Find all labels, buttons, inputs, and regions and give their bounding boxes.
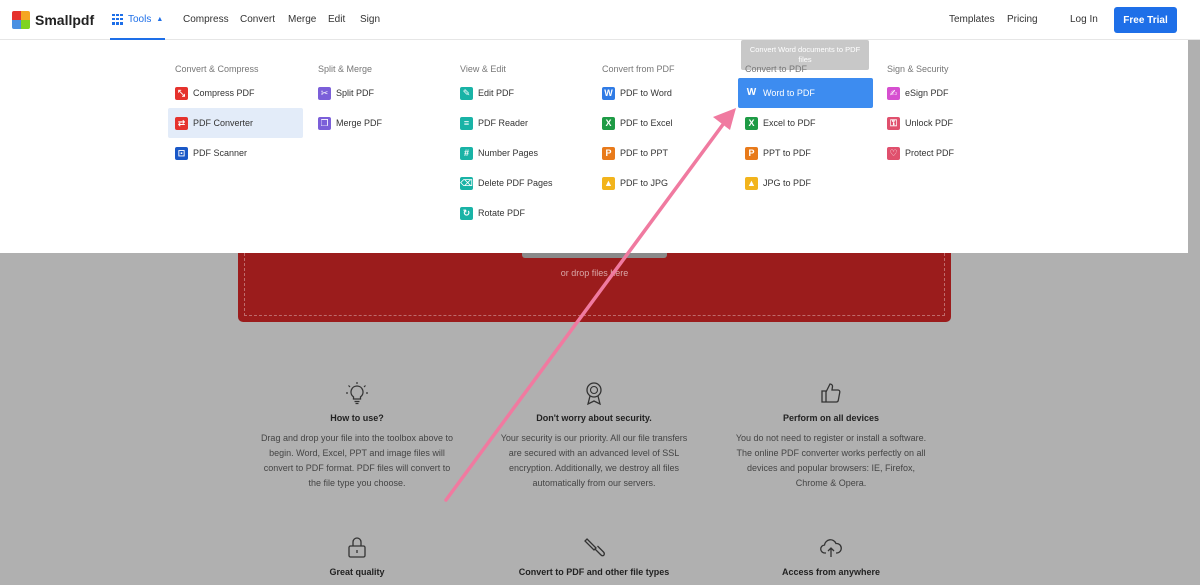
menu-item-compress-pdf[interactable]: ⤡ Compress PDF: [168, 78, 303, 108]
free-trial-button[interactable]: Free Trial: [1114, 7, 1177, 33]
feature-body: You do not need to register or install a…: [735, 433, 927, 488]
award-ribbon-icon: [586, 382, 602, 405]
compress-icon: ⤡: [175, 86, 188, 100]
feature-body: Drag and drop your file into the toolbox…: [260, 433, 454, 488]
feature-title: Great quality: [329, 567, 385, 577]
menu-item-number-pages[interactable]: # Number Pages: [453, 138, 588, 168]
feature-title: Don't worry about security.: [536, 413, 652, 423]
shield-icon: ♡: [887, 146, 900, 160]
convert-icon: ⇄: [175, 116, 188, 130]
tools-label: Tools: [128, 13, 152, 25]
top-nav-bar: Smallpdf Tools ▲ Compress Convert Merge …: [0, 0, 1200, 40]
reader-icon: ≡: [460, 116, 473, 130]
smallpdf-logo-icon: [12, 11, 30, 29]
ppt-icon: P: [602, 146, 615, 160]
grid-icon: [112, 13, 123, 25]
smallpdf-logo[interactable]: Smallpdf: [12, 11, 94, 29]
menu-item-word-to-pdf[interactable]: W Word to PDF: [738, 78, 873, 108]
login-link[interactable]: Log In: [1070, 14, 1098, 25]
column-heading-convert-to-pdf: Convert to PDF: [745, 64, 808, 74]
ppt-icon: P: [745, 146, 758, 160]
logo-text: Smallpdf: [35, 12, 95, 28]
caret-up-icon: ▲: [156, 15, 164, 23]
feature-body: Your security is our priority. All our f…: [500, 433, 688, 488]
feature-great-quality: Great quality: [257, 535, 457, 577]
scanner-icon: ⊡: [175, 146, 188, 160]
drop-files-text: or drop files here: [560, 268, 629, 278]
word-icon: W: [602, 86, 615, 100]
number-pages-icon: #: [460, 146, 473, 160]
column-heading-view-edit: View & Edit: [460, 64, 506, 74]
menu-item-pdf-to-excel[interactable]: X PDF to Excel: [595, 108, 730, 138]
column-heading-split-merge: Split & Merge: [318, 64, 373, 74]
menu-item-jpg-to-pdf[interactable]: ▲ JPG to PDF: [738, 168, 873, 198]
merge-icon: ❐: [318, 116, 331, 130]
menu-item-merge-pdf[interactable]: ❐ Merge PDF: [311, 108, 446, 138]
nav-sign[interactable]: Sign: [360, 14, 380, 25]
menu-item-split-pdf[interactable]: ✂ Split PDF: [311, 78, 446, 108]
menu-item-protect-pdf[interactable]: ♡ Protect PDF: [880, 138, 1000, 168]
choose-files-button[interactable]: [522, 253, 667, 258]
nav-edit[interactable]: Edit: [328, 14, 345, 25]
rotate-icon: ↻: [460, 206, 473, 220]
menu-item-ppt-to-pdf[interactable]: P PPT to PDF: [738, 138, 873, 168]
menu-item-esign-pdf[interactable]: ✍ eSign PDF: [880, 78, 1000, 108]
word-icon: W: [746, 87, 757, 98]
menu-item-rotate-pdf[interactable]: ↻ Rotate PDF: [453, 198, 588, 228]
feature-title: Access from anywhere: [781, 567, 881, 577]
menu-item-pdf-converter[interactable]: ⇄ PDF Converter: [168, 108, 303, 138]
menu-item-unlock-pdf[interactable]: ⚿ Unlock PDF: [880, 108, 1000, 138]
feature-title: How to use?: [330, 413, 384, 423]
menu-item-excel-to-pdf[interactable]: X Excel to PDF: [738, 108, 873, 138]
signature-icon: ✍: [887, 86, 900, 100]
tools-dropdown-panel: Convert Word documents to PDF files Conv…: [0, 40, 1188, 253]
column-heading-convert-from-pdf: Convert from PDF: [602, 64, 675, 74]
menu-item-pdf-scanner[interactable]: ⊡ PDF Scanner: [168, 138, 303, 168]
image-icon: ▲: [602, 176, 615, 190]
menu-item-pdf-to-jpg[interactable]: ▲ PDF to JPG: [595, 168, 730, 198]
feature-how-to-use: How to use? Drag and drop your file into…: [257, 381, 457, 491]
delete-pages-icon: ⌫: [460, 176, 473, 190]
image-icon: ▲: [745, 176, 758, 190]
nav-merge[interactable]: Merge: [288, 14, 316, 25]
menu-item-pdf-to-word[interactable]: W PDF to Word: [595, 78, 730, 108]
thumbs-up-icon: [821, 383, 841, 403]
feature-access-anywhere: Access from anywhere: [731, 535, 931, 577]
feature-convert-other-types: Convert to PDF and other file types: [494, 535, 694, 577]
excel-icon: X: [745, 116, 758, 130]
column-heading-convert-compress: Convert & Compress: [175, 64, 259, 74]
column-heading-sign-security: Sign & Security: [887, 64, 949, 74]
menu-item-pdf-reader[interactable]: ≡ PDF Reader: [453, 108, 588, 138]
nav-convert[interactable]: Convert: [240, 14, 275, 25]
edit-icon: ✎: [460, 86, 473, 100]
drop-zone-dashed-border: [244, 253, 945, 316]
file-drop-zone[interactable]: or drop files here: [238, 253, 951, 322]
menu-item-delete-pdf-pages[interactable]: ⌫ Delete PDF Pages: [453, 168, 588, 198]
excel-icon: X: [602, 116, 615, 130]
nav-pricing[interactable]: Pricing: [1007, 14, 1038, 25]
feature-title: Perform on all devices: [782, 413, 880, 423]
lightbulb-icon: [346, 382, 368, 405]
nav-templates[interactable]: Templates: [949, 14, 995, 25]
cloud-upload-icon: [820, 539, 842, 557]
tools-icon: [584, 538, 605, 557]
feature-security: Don't worry about security. Your securit…: [494, 381, 694, 491]
menu-item-pdf-to-ppt[interactable]: P PDF to PPT: [595, 138, 730, 168]
feature-all-devices: Perform on all devices You do not need t…: [731, 381, 931, 491]
tools-menu-button[interactable]: Tools ▲: [110, 0, 165, 40]
split-icon: ✂: [318, 86, 331, 100]
feature-title: Convert to PDF and other file types: [518, 567, 670, 577]
nav-compress[interactable]: Compress: [183, 14, 229, 25]
lock-icon: [348, 537, 366, 558]
unlock-icon: ⚿: [887, 116, 900, 130]
menu-item-edit-pdf[interactable]: ✎ Edit PDF: [453, 78, 588, 108]
